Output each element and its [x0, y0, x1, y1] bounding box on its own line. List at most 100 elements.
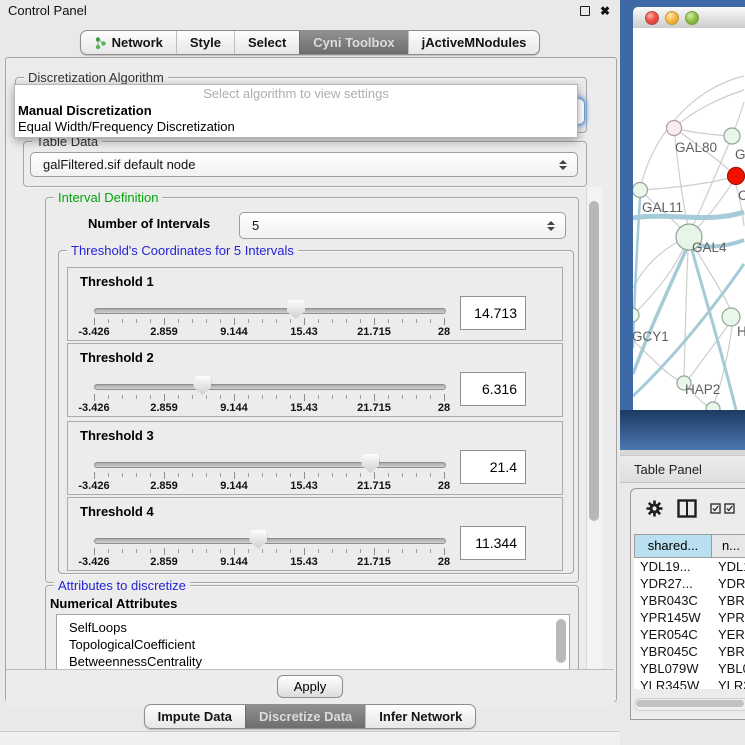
table-row[interactable]: YPR145WYPR1 — [634, 609, 745, 626]
threshold-value-box[interactable]: 14.713 — [460, 296, 526, 330]
axis-tick — [290, 549, 291, 553]
axis-tick-label: 9.144 — [220, 480, 248, 492]
checkbox-checked-icon[interactable] — [724, 503, 735, 514]
tab-discretize-data[interactable]: Discretize Data — [245, 705, 365, 728]
axis-tick-label: 21.715 — [357, 402, 391, 414]
axis-tick-label: 9.144 — [220, 326, 248, 338]
table-rows: YDL19...YDL1YDR27...YDR2YBR043CYBR0YPR14… — [634, 558, 745, 689]
slider-handle[interactable] — [361, 454, 379, 473]
tab-cyni-toolbox[interactable]: Cyni Toolbox — [299, 31, 407, 54]
slider-track[interactable] — [94, 462, 446, 468]
threshold-value-box[interactable]: 21.4 — [460, 450, 526, 484]
tab-select[interactable]: Select — [234, 31, 299, 54]
axis-tick — [276, 473, 277, 477]
column-header-shared-name[interactable]: shared... — [634, 534, 712, 558]
attributes-scrollbar[interactable] — [555, 617, 567, 669]
axis-tick — [416, 319, 417, 323]
gear-icon[interactable] — [645, 499, 664, 518]
axis-tick-label: 2.859 — [150, 480, 178, 492]
axis-tick — [122, 473, 123, 477]
axis-tick — [178, 473, 179, 477]
threshold-value-box[interactable]: 11.344 — [460, 526, 526, 560]
table-row[interactable]: YDR27...YDR2 — [634, 575, 745, 592]
cell-name: YBL0 — [712, 660, 745, 677]
cell-name: YDL1 — [712, 558, 745, 575]
tab-style[interactable]: Style — [176, 31, 234, 54]
slider-track[interactable] — [94, 538, 446, 544]
axis-tick — [402, 319, 403, 323]
table-row[interactable]: YBR045CYBR0 — [634, 643, 745, 660]
axis-tick — [220, 395, 221, 399]
table-data-combobox[interactable]: galFiltered.sif default node — [30, 152, 578, 177]
float-window-icon[interactable] — [580, 6, 590, 16]
table-horizontal-scrollbar[interactable] — [634, 698, 745, 711]
settings-vertical-scrollbar[interactable] — [586, 187, 602, 669]
table-row[interactable]: YBL079WYBL0 — [634, 660, 745, 677]
table-row[interactable]: YER054CYER0 — [634, 626, 745, 643]
cell-shared-name: YPR145W — [634, 609, 712, 626]
bottom-tab-bar: Impute DataDiscretize DataInfer Network — [0, 704, 620, 729]
axis-tick — [220, 549, 221, 553]
algorithm-option-equal-width[interactable]: Equal Width/Frequency Discretization — [15, 119, 577, 135]
axis-tick — [206, 549, 207, 553]
close-icon[interactable]: ✖ — [600, 5, 610, 17]
axis-tick — [150, 549, 151, 553]
column-layout-icon[interactable] — [677, 499, 697, 518]
tab-impute-data[interactable]: Impute Data — [145, 705, 245, 728]
axis-tick — [276, 549, 277, 553]
slider-handle[interactable] — [287, 300, 305, 319]
apply-button[interactable]: Apply — [277, 675, 343, 698]
axis-tick — [276, 319, 277, 323]
checkbox-checked-icon[interactable] — [710, 503, 721, 514]
column-header-name[interactable]: n... — [712, 534, 745, 558]
threshold-coordinates-group: Threshold's Coordinates for 5 Intervals … — [58, 250, 574, 574]
algorithm-prompt-item[interactable]: Select algorithm to view settings — [15, 85, 577, 103]
network-view-frame[interactable]: GAL80 G. GAL11 C GAL4 GCY1 H HAP2 — [620, 0, 745, 450]
list-item[interactable]: BetweennessCentrality — [57, 653, 569, 669]
axis-tick-label: 9.144 — [220, 402, 248, 414]
slider-track[interactable] — [94, 308, 446, 314]
axis-tick — [444, 318, 445, 325]
axis-tick — [388, 395, 389, 399]
algorithm-option-manual[interactable]: Manual Discretization — [15, 103, 577, 119]
axis-tick — [374, 548, 375, 555]
numerical-attributes-list[interactable]: SelfLoopsTopologicalCoefficientBetweenne… — [56, 614, 570, 669]
list-item[interactable]: TopologicalCoefficient — [57, 636, 569, 653]
slider-track[interactable] — [94, 384, 446, 390]
slider-handle[interactable] — [193, 376, 211, 395]
axis-tick — [234, 472, 235, 479]
tab-network[interactable]: Network — [81, 31, 176, 54]
table-row[interactable]: YDL19...YDL1 — [634, 558, 745, 575]
list-item[interactable]: SelfLoops — [57, 619, 569, 636]
network-nodes[interactable] — [633, 121, 745, 411]
tab-infer-network[interactable]: Infer Network — [365, 705, 475, 728]
axis-tick-label: 21.715 — [357, 480, 391, 492]
table-row[interactable]: YBR043CYBR0 — [634, 592, 745, 609]
mac-minimize-button[interactable] — [665, 11, 679, 25]
axis-tick — [220, 473, 221, 477]
axis-tick — [150, 319, 151, 323]
number-of-intervals-spinner[interactable]: 5 — [239, 212, 566, 239]
tab-jactivemnodules[interactable]: jActiveMNodules — [408, 31, 540, 54]
axis-tick — [332, 473, 333, 477]
threshold-value-box[interactable]: 6.316 — [460, 372, 526, 406]
axis-tick — [164, 318, 165, 325]
axis-tick — [178, 319, 179, 323]
algorithm-dropdown-popup: Select algorithm to view settings Manual… — [14, 84, 578, 138]
axis-tick — [332, 549, 333, 553]
tab-label: Network — [112, 35, 163, 50]
table-row[interactable]: YLR345WYLR3 — [634, 677, 745, 689]
axis-tick-label: 15.43 — [290, 480, 318, 492]
svg-text:C: C — [738, 188, 745, 203]
axis-tick — [94, 318, 95, 325]
network-canvas[interactable]: GAL80 G. GAL11 C GAL4 GCY1 H HAP2 — [633, 28, 745, 410]
axis-tick — [360, 473, 361, 477]
axis-tick — [304, 318, 305, 325]
number-of-intervals-label: Number of Intervals — [88, 216, 210, 231]
network-window-titlebar — [633, 7, 745, 29]
svg-text:GCY1: GCY1 — [633, 329, 669, 344]
network-frame-bottom — [620, 410, 745, 450]
mac-zoom-button[interactable] — [685, 11, 699, 25]
mac-close-button[interactable] — [645, 11, 659, 25]
slider-handle[interactable] — [249, 530, 267, 549]
